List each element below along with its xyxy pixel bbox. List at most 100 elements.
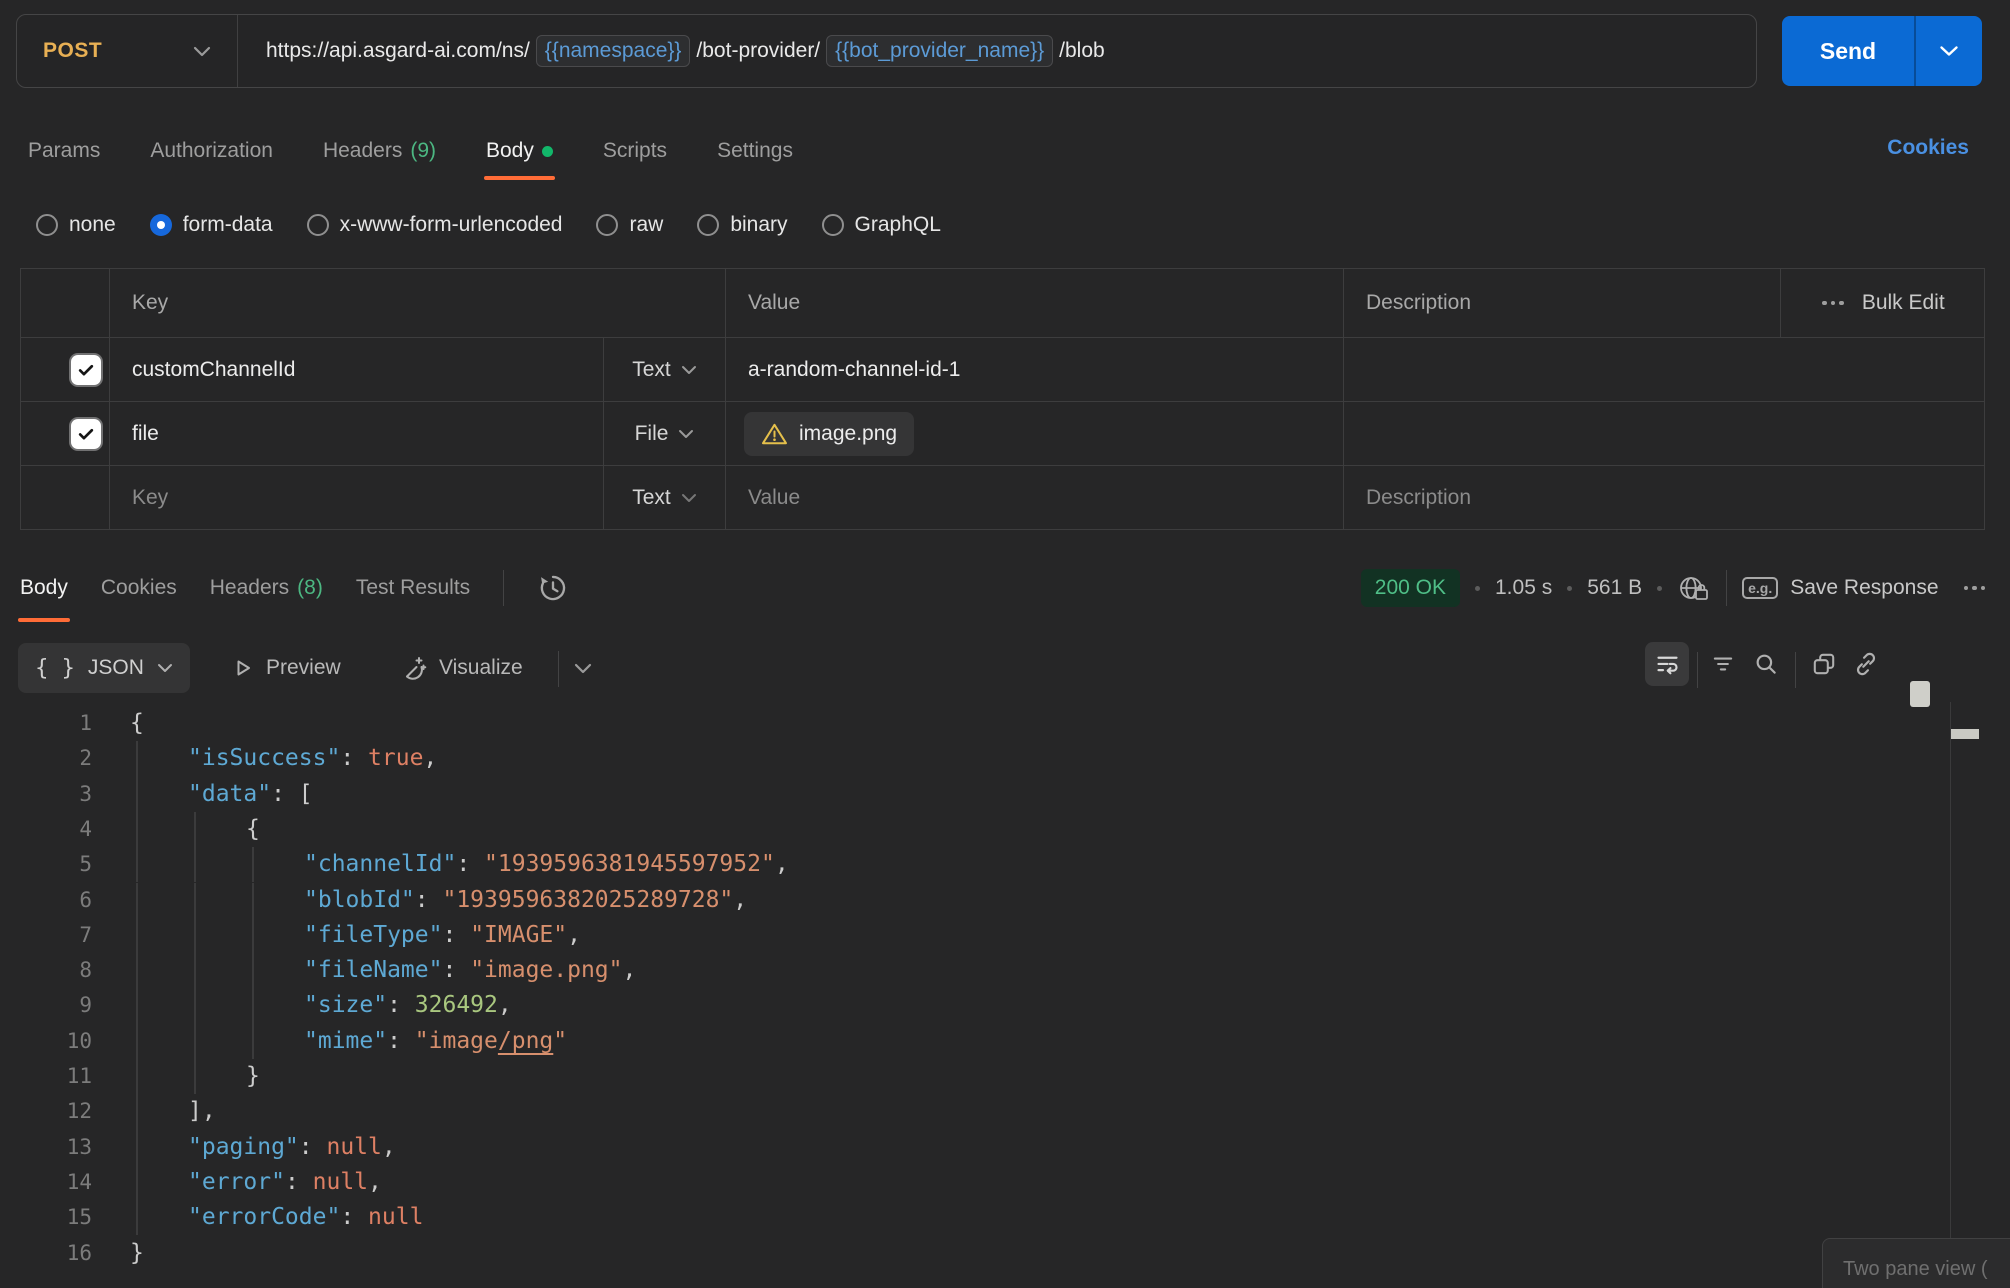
tab-headers[interactable]: Headers(9) (323, 122, 436, 180)
response-header: Body Cookies Headers(8) Test Results 200 OK… (0, 556, 2010, 628)
response-tab-headers[interactable]: Headers(8) (210, 556, 323, 620)
format-select[interactable]: { } JSON (18, 643, 190, 693)
response-tab-cookies[interactable]: Cookies (101, 556, 177, 620)
code-line: 6"blobId": "1939596382025289728", (0, 883, 1948, 918)
radio-x-www-form-urlencoded[interactable]: x-www-form-urlencoded (307, 213, 563, 237)
method-selector[interactable]: POST (17, 15, 238, 87)
code-text: "size": 326492, (304, 988, 512, 1023)
visualize-options-button[interactable] (574, 640, 592, 696)
url-segment: /blob (1059, 39, 1105, 63)
url-variable[interactable]: {{bot_provider_name}} (826, 35, 1053, 67)
braces-icon: { } (35, 656, 75, 681)
bulk-edit-button[interactable]: Bulk Edit (1780, 269, 1986, 337)
visualize-button[interactable]: Visualize (400, 640, 523, 696)
history-icon[interactable] (537, 572, 569, 604)
url-variable[interactable]: {{namespace}} (536, 35, 691, 67)
cell-value[interactable]: image.png (725, 402, 1343, 465)
header-cell-checkbox (21, 269, 109, 337)
code-text: "isSuccess": true, (188, 741, 437, 776)
tab-scripts[interactable]: Scripts (603, 122, 667, 180)
code-line: 10"mime": "image/png" (0, 1024, 1948, 1059)
visualize-wand-icon (400, 655, 427, 682)
indent-guide (252, 847, 254, 882)
radio-binary[interactable]: binary (697, 213, 787, 237)
tab-label: Cookies (101, 576, 177, 600)
indent-guide (252, 1024, 254, 1059)
tab-label: Authorization (150, 139, 273, 163)
minimap-indicator[interactable] (1951, 729, 1979, 739)
scrollbar-thumb[interactable] (1910, 681, 1930, 707)
more-horizontal-icon[interactable] (1964, 586, 1986, 591)
indent-guide (194, 953, 196, 988)
divider (1697, 652, 1698, 688)
send-options-button[interactable] (1914, 16, 1982, 86)
cell-description[interactable] (1343, 338, 1986, 401)
preview-button[interactable]: Preview (230, 640, 341, 696)
code-text: "mime": "image/png" (304, 1024, 567, 1059)
radio-form-data[interactable]: form-data (150, 213, 273, 237)
indent-guide (252, 883, 254, 918)
code-line: 9"size": 326492, (0, 988, 1948, 1023)
type-select[interactable]: File (603, 402, 725, 465)
url-input[interactable]: https://api.asgard-ai.com/ns/{{namespace… (238, 35, 1756, 67)
tab-count: (8) (297, 576, 323, 600)
response-tab-test-results[interactable]: Test Results (356, 556, 470, 620)
checkbox[interactable] (71, 355, 101, 385)
checkbox[interactable] (71, 419, 101, 449)
radio-circle (697, 214, 719, 236)
tab-settings[interactable]: Settings (717, 122, 793, 180)
code-text: "fileName": "image.png", (304, 953, 636, 988)
cell-value[interactable]: a-random-channel-id-1 (725, 338, 1343, 401)
example-icon: e.g. (1742, 577, 1778, 599)
status-badge: 200 OK (1361, 569, 1460, 607)
tab-params[interactable]: Params (28, 122, 100, 180)
chevron-down-icon (193, 46, 211, 57)
radio-raw[interactable]: raw (596, 213, 663, 237)
form-data-table: Key Value Description Bulk Edit customCh… (20, 268, 1985, 530)
cell-description[interactable]: Description (1343, 466, 1986, 529)
type-select[interactable]: Text (603, 466, 725, 529)
line-number: 12 (0, 1094, 92, 1129)
radio-circle (36, 214, 58, 236)
cell-checkbox (21, 466, 109, 529)
tab-body[interactable]: Body (486, 122, 553, 180)
tab-label: Scripts (603, 139, 667, 163)
cell-key[interactable]: customChannelId (109, 338, 603, 401)
cell-key[interactable]: Key (109, 466, 603, 529)
cell-value[interactable]: Value (725, 466, 1343, 529)
visualize-label: Visualize (439, 656, 523, 680)
cookies-link[interactable]: Cookies (1887, 136, 1969, 160)
wrap-text-button[interactable] (1645, 642, 1689, 686)
copy-icon[interactable] (1802, 642, 1846, 686)
line-number: 13 (0, 1130, 92, 1165)
cell-description[interactable] (1343, 402, 1986, 465)
search-icon[interactable] (1744, 642, 1788, 686)
network-globe-lock-icon[interactable] (1677, 573, 1711, 603)
indent-guide (136, 1165, 138, 1200)
send-label[interactable]: Send (1782, 16, 1914, 86)
type-select[interactable]: Text (603, 338, 725, 401)
radio-graphql[interactable]: GraphQL (822, 213, 941, 237)
file-chip[interactable]: image.png (744, 412, 914, 456)
cell-key[interactable]: file (109, 402, 603, 465)
url-segment: /bot-provider/ (696, 39, 820, 63)
link-icon[interactable] (1844, 642, 1888, 686)
response-tabs: Body Cookies Headers(8) Test Results (20, 556, 569, 620)
line-number: 3 (0, 777, 92, 812)
save-response-button[interactable]: e.g. Save Response (1742, 576, 1938, 600)
scrollbar-track (1950, 702, 1951, 1288)
response-viewer-toolbar: { } JSON Preview (0, 640, 2010, 698)
response-tab-body[interactable]: Body (20, 556, 68, 620)
header-cell-value: Value (725, 269, 1343, 337)
separator-dot (1657, 586, 1662, 591)
indent-guide (194, 847, 196, 882)
code-line: 14"error": null, (0, 1165, 1948, 1200)
line-number: 15 (0, 1200, 92, 1235)
indent-guide (194, 883, 196, 918)
tab-authorization[interactable]: Authorization (150, 122, 273, 180)
indent-guide (194, 918, 196, 953)
send-button[interactable]: Send (1782, 16, 1982, 86)
header-cell-key: Key (109, 269, 725, 337)
filter-icon[interactable] (1701, 642, 1745, 686)
radio-none[interactable]: none (36, 213, 116, 237)
